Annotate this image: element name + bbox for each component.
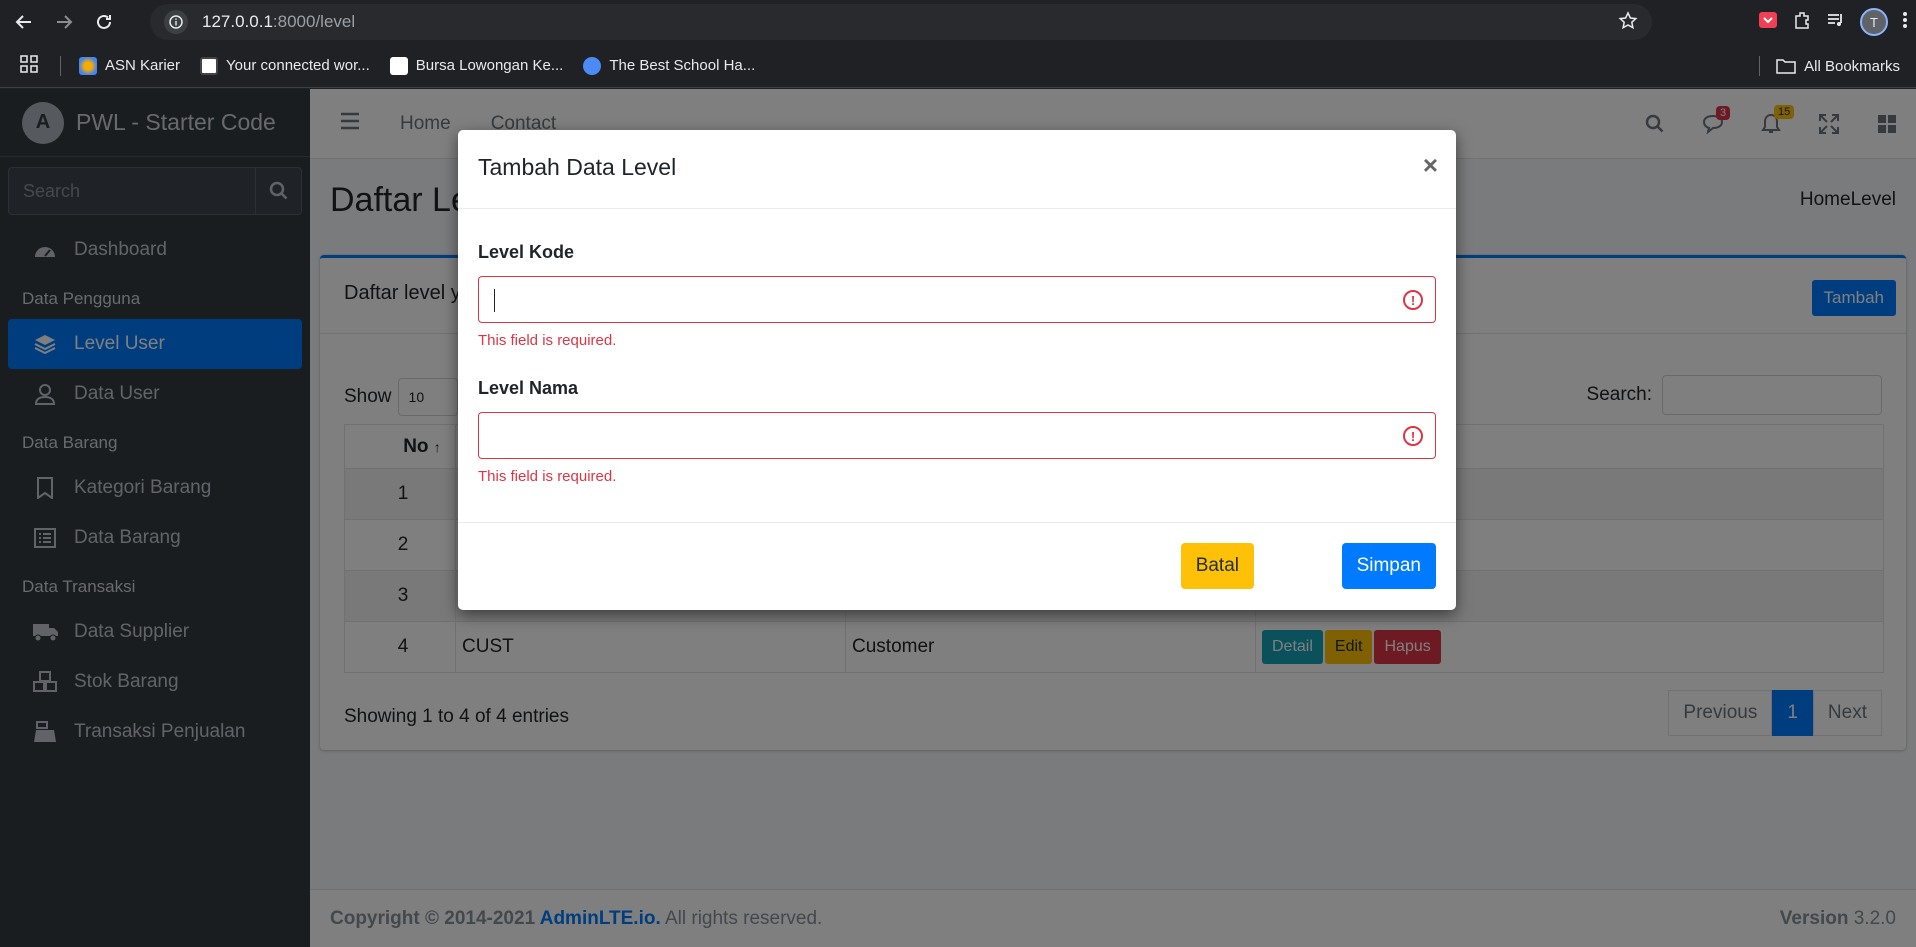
modal-header: Tambah Data Level × <box>458 130 1456 209</box>
level-nama-label: Level Nama <box>478 378 579 398</box>
extensions-icon[interactable] <box>1792 10 1812 35</box>
url-path: :8000/level <box>272 12 356 31</box>
media-queue-icon[interactable] <box>1826 10 1846 35</box>
error-exclamation-icon: ! <box>1403 426 1423 446</box>
profile-avatar[interactable]: T <box>1860 8 1888 36</box>
level-nama-error: This field is required. <box>478 468 617 485</box>
bookmark-label: ASN Karier <box>105 57 181 74</box>
all-bookmarks[interactable]: All Bookmarks <box>1759 56 1900 76</box>
bookmark-label: Bursa Lowongan Ke... <box>415 57 564 74</box>
text-caret <box>494 289 495 312</box>
error-exclamation-icon: ! <box>1403 290 1423 310</box>
level-nama-input[interactable]: ! <box>478 412 1436 459</box>
globe-icon <box>583 56 602 75</box>
level-kode-error: This field is required. <box>478 332 617 349</box>
bookmark-bursa-lowongan[interactable]: Bursa Lowongan Ke... <box>389 56 564 75</box>
level-nama-group: Level Nama ! This field is required. <box>478 378 1436 485</box>
bookmark-divider <box>60 55 61 76</box>
folder-icon <box>1776 59 1796 74</box>
back-button[interactable] <box>8 6 40 38</box>
site-info-icon[interactable] <box>164 10 188 34</box>
address-bar[interactable]: 127.0.0.1:8000/level <box>150 4 1652 40</box>
forward-button[interactable] <box>48 6 80 38</box>
bookmark-star-icon[interactable] <box>1618 11 1638 36</box>
close-icon[interactable]: × <box>1423 150 1438 181</box>
asn-favicon-icon <box>79 56 97 75</box>
level-kode-label: Level Kode <box>478 242 575 262</box>
chrome-menu-icon[interactable] <box>1902 10 1908 35</box>
batal-button[interactable]: Batal <box>1180 543 1254 589</box>
modal-title: Tambah Data Level <box>478 154 677 180</box>
bookmark-divider <box>1759 56 1761 76</box>
level-kode-group: Level Kode ! This field is required. <box>478 242 1436 349</box>
modal-footer: Batal Simpan <box>458 522 1456 610</box>
reload-button[interactable] <box>88 6 120 38</box>
url-host: 127.0.0.1 <box>202 12 273 31</box>
bookmarks-bar: ASN Karier Your connected wor... Bursa L… <box>0 44 1916 88</box>
apps-grid-icon[interactable] <box>20 54 38 77</box>
bookmark-label: The Best School Ha... <box>609 57 756 74</box>
bookmark-notion[interactable]: Your connected wor... <box>200 56 370 75</box>
simpan-button[interactable]: Simpan <box>1341 543 1436 589</box>
level-kode-input[interactable]: ! <box>478 276 1436 323</box>
browser-toolbar: 127.0.0.1:8000/level T <box>0 0 1916 44</box>
notion-favicon-icon <box>200 56 219 75</box>
tambah-level-modal: Tambah Data Level × Level Kode ! This fi… <box>458 130 1456 610</box>
bookmark-label: Your connected wor... <box>226 57 370 74</box>
job-favicon-icon <box>389 56 408 75</box>
all-bookmarks-label: All Bookmarks <box>1804 57 1900 75</box>
bookmark-best-school[interactable]: The Best School Ha... <box>583 56 756 75</box>
bookmark-asn-karier[interactable]: ASN Karier <box>79 56 181 75</box>
pocket-extension-icon[interactable] <box>1758 10 1778 35</box>
